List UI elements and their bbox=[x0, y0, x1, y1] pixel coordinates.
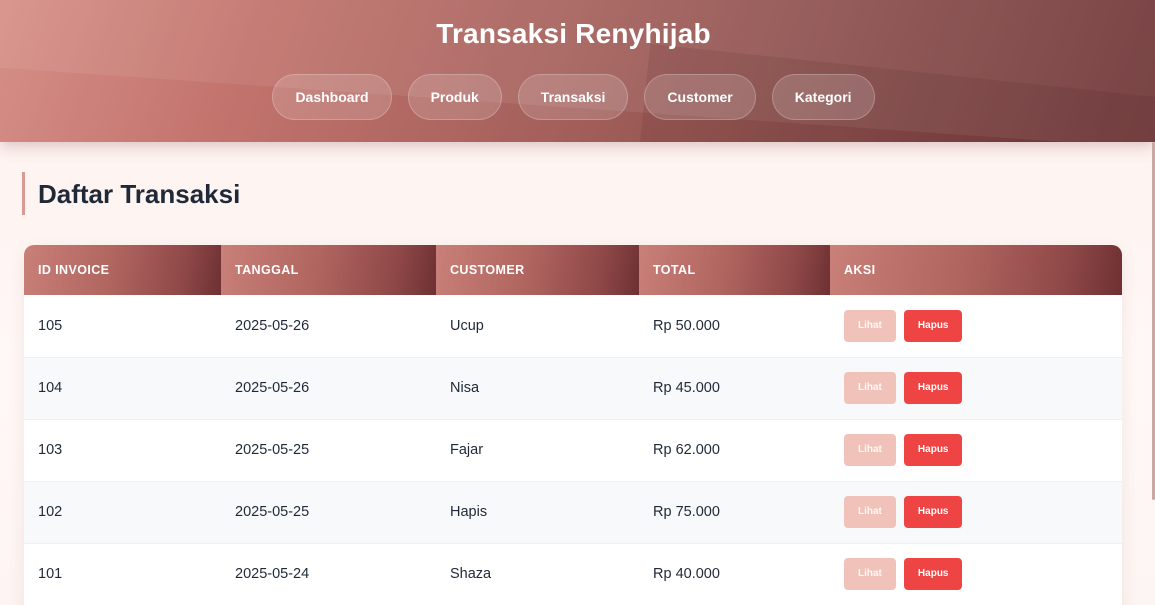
delete-button[interactable]: Hapus bbox=[903, 558, 963, 590]
cell-tanggal: 2025-05-25 bbox=[221, 419, 436, 482]
view-button[interactable]: Lihat bbox=[844, 496, 896, 528]
cell-tanggal: 2025-05-24 bbox=[221, 543, 436, 605]
view-button[interactable]: Lihat bbox=[844, 309, 896, 342]
cell-customer: Nisa bbox=[436, 357, 639, 420]
site-title: Transaksi Renyhijab bbox=[436, 18, 711, 49]
table-row: 105 2025-05-26 Ucup Rp 50.000 Lihat Hapu… bbox=[24, 295, 1122, 358]
cell-id-invoice: 102 bbox=[24, 481, 221, 544]
cell-actions: Lihat Hapus bbox=[830, 419, 1122, 482]
cell-actions: Lihat Hapus bbox=[830, 357, 1122, 420]
cell-tanggal: 2025-05-26 bbox=[221, 295, 436, 358]
table-row: 101 2025-05-24 Shaza Rp 40.000 Lihat Hap… bbox=[24, 543, 1122, 605]
page: Transaksi Renyhijab Dashboard Produk Tra… bbox=[0, 0, 1155, 605]
column-header-total: TOTAL bbox=[639, 245, 830, 295]
cell-tanggal: 2025-05-26 bbox=[221, 357, 436, 420]
column-header-customer: CUSTOMER bbox=[436, 245, 639, 295]
delete-button[interactable]: Hapus bbox=[903, 496, 963, 528]
cell-customer: Shaza bbox=[436, 543, 639, 605]
nav-transaksi[interactable]: Transaksi bbox=[517, 74, 629, 120]
cell-tanggal: 2025-05-25 bbox=[221, 481, 436, 544]
nav-customer[interactable]: Customer bbox=[644, 74, 756, 120]
cell-total: Rp 40.000 bbox=[639, 543, 830, 605]
page-title: Daftar Transaksi bbox=[38, 179, 241, 209]
page-heading: Daftar Transaksi bbox=[22, 172, 240, 215]
table-row: 103 2025-05-25 Fajar Rp 62.000 Lihat Hap… bbox=[24, 419, 1122, 482]
cell-total: Rp 50.000 bbox=[639, 295, 830, 358]
table-row: 102 2025-05-25 Hapis Rp 75.000 Lihat Hap… bbox=[24, 481, 1122, 544]
delete-button[interactable]: Hapus bbox=[903, 372, 963, 404]
delete-button[interactable]: Hapus bbox=[903, 434, 963, 466]
view-button[interactable]: Lihat bbox=[844, 558, 896, 590]
transactions-table-card: ID INVOICE TANGGAL CUSTOMER TOTAL AKSI 1… bbox=[24, 245, 1122, 605]
table-header-row: ID INVOICE TANGGAL CUSTOMER TOTAL AKSI bbox=[24, 245, 1122, 295]
view-button[interactable]: Lihat bbox=[844, 434, 896, 466]
column-header-id-invoice: ID INVOICE bbox=[24, 245, 221, 295]
cell-actions: Lihat Hapus bbox=[830, 295, 1122, 358]
cell-customer: Fajar bbox=[436, 419, 639, 482]
cell-id-invoice: 101 bbox=[24, 543, 221, 605]
cell-id-invoice: 105 bbox=[24, 295, 221, 358]
cell-total: Rp 62.000 bbox=[639, 419, 830, 482]
main-nav: Dashboard Produk Transaksi Customer Kate… bbox=[0, 74, 1147, 120]
column-header-aksi: AKSI bbox=[830, 245, 1122, 295]
cell-actions: Lihat Hapus bbox=[830, 543, 1122, 605]
cell-id-invoice: 104 bbox=[24, 357, 221, 420]
cell-actions: Lihat Hapus bbox=[830, 481, 1122, 544]
site-header: Transaksi Renyhijab Dashboard Produk Tra… bbox=[0, 0, 1155, 142]
cell-total: Rp 75.000 bbox=[639, 481, 830, 544]
delete-button[interactable]: Hapus bbox=[903, 309, 963, 342]
cell-id-invoice: 103 bbox=[24, 419, 221, 482]
cell-total: Rp 45.000 bbox=[639, 357, 830, 420]
nav-dashboard[interactable]: Dashboard bbox=[272, 74, 392, 120]
transactions-table: ID INVOICE TANGGAL CUSTOMER TOTAL AKSI 1… bbox=[24, 245, 1122, 605]
nav-produk[interactable]: Produk bbox=[407, 74, 502, 120]
view-button[interactable]: Lihat bbox=[844, 372, 896, 404]
cell-customer: Hapis bbox=[436, 481, 639, 544]
cell-customer: Ucup bbox=[436, 295, 639, 358]
column-header-tanggal: TANGGAL bbox=[221, 245, 436, 295]
table-row: 104 2025-05-26 Nisa Rp 45.000 Lihat Hapu… bbox=[24, 357, 1122, 420]
nav-kategori[interactable]: Kategori bbox=[771, 74, 875, 120]
